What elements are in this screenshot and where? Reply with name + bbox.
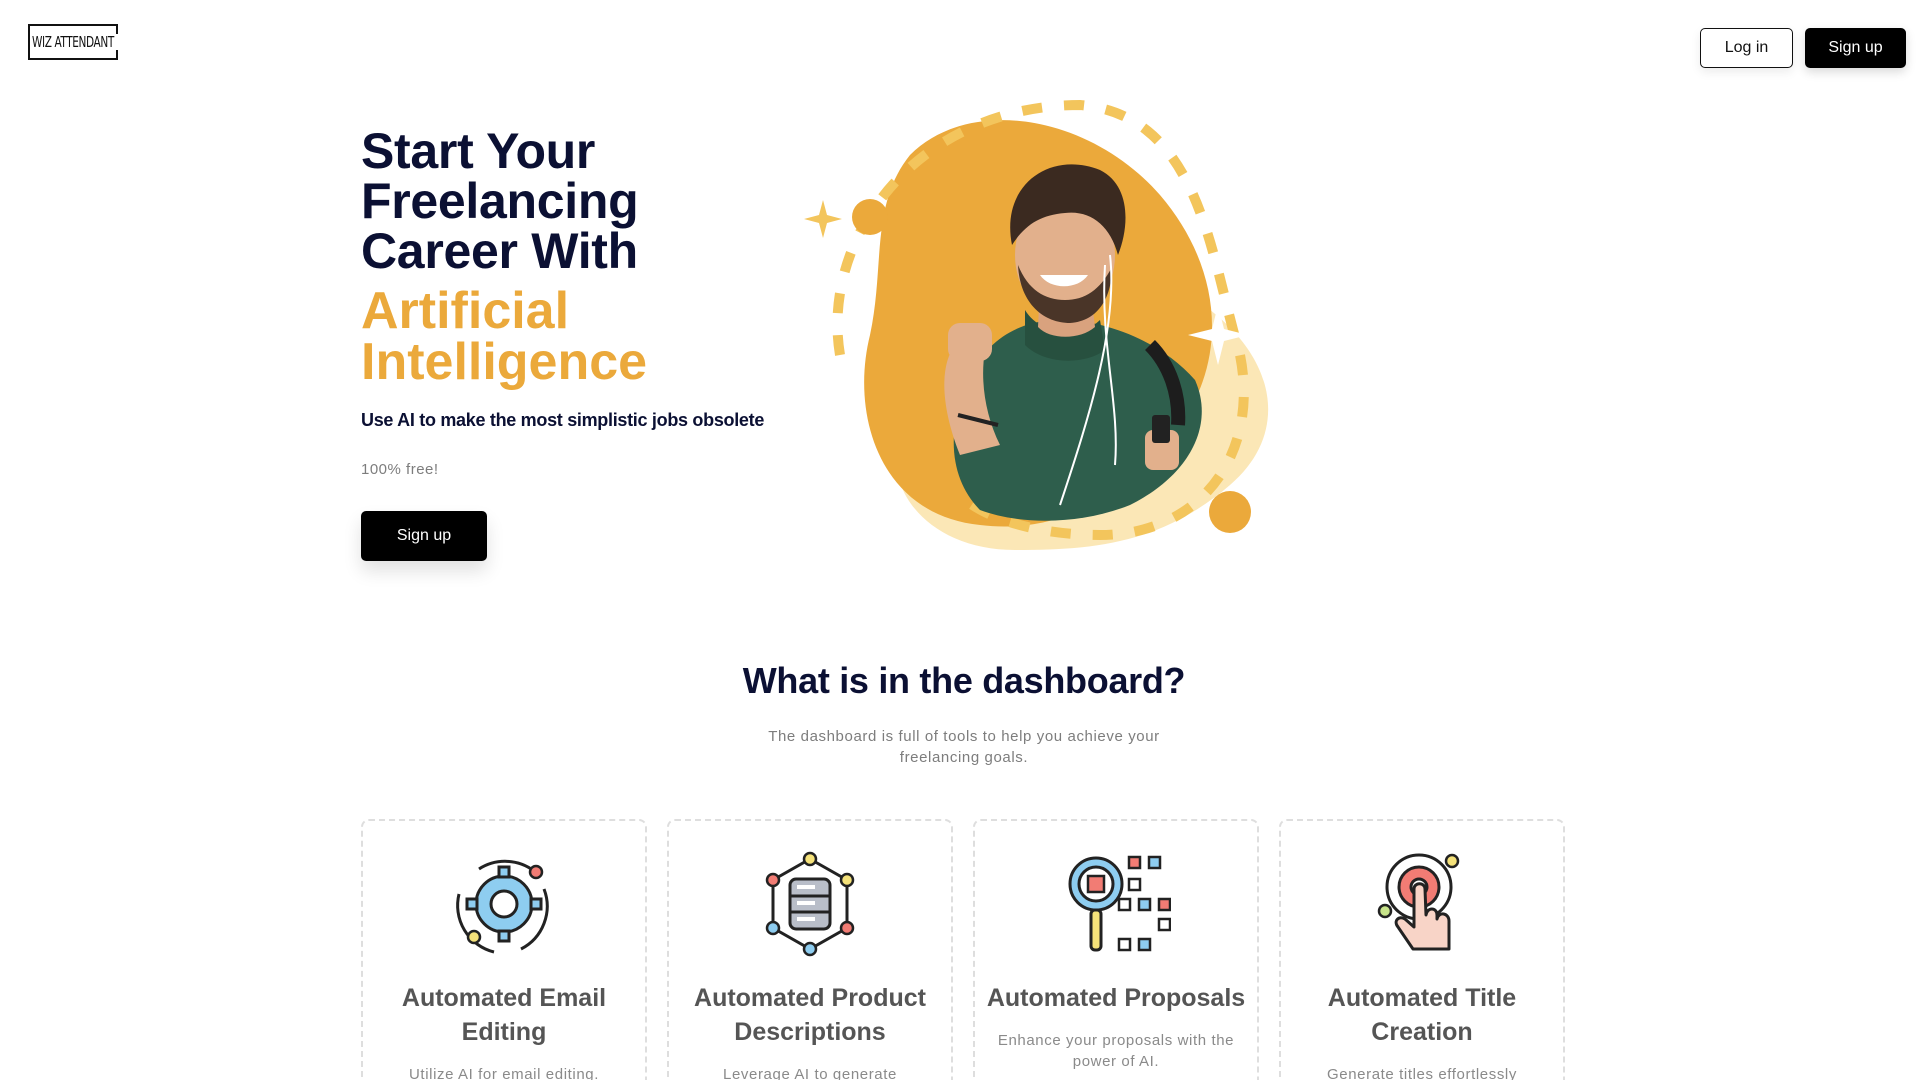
free-note: 100% free! xyxy=(361,461,439,478)
section-title: What is in the dashboard? xyxy=(742,660,1186,701)
hero-accent-line: Artificial xyxy=(361,282,570,340)
hero-title-accent: Artificial Intelligence xyxy=(361,282,648,391)
hero-accent-line: Intelligence xyxy=(361,333,648,391)
hero-title-line: Freelancing xyxy=(361,173,639,229)
signup-button-header[interactable]: Sign up xyxy=(1805,28,1906,68)
feature-card-description: Generate titles effortlessly xyxy=(1327,1066,1517,1080)
logo[interactable]: WIZ ATTENDANT xyxy=(28,24,118,60)
hero-title: Start Your Freelancing Career With xyxy=(361,123,639,279)
login-button[interactable]: Log in xyxy=(1700,28,1793,68)
feature-card-product[interactable]: Automated Product Descriptions Leverage … xyxy=(667,819,953,1080)
hero-title-line: Career With xyxy=(361,223,638,279)
feature-card-title: Automated Title Creation xyxy=(1327,984,1517,1046)
hero-illustration-graphic xyxy=(804,99,1269,550)
magnifier-qr-icon-graphic xyxy=(1068,855,1171,952)
gear-cycle-icon-graphic xyxy=(456,859,549,954)
database-network-icon-graphic xyxy=(765,851,855,957)
hero-illustration xyxy=(800,95,1300,565)
hero-subtitle: Use AI to make the most simplistic jobs … xyxy=(361,410,765,430)
feature-card-title: Automated Product Descriptions xyxy=(694,984,926,1046)
feature-card-description: Leverage AI to generate xyxy=(723,1066,897,1080)
feature-card-title: Automated Email Editing xyxy=(401,984,607,1046)
section-description: The dashboard is full of tools to help y… xyxy=(768,728,1160,766)
logo-text: WIZ ATTENDANT xyxy=(32,33,114,51)
feature-card-description: Enhance your proposals with the power of… xyxy=(997,1032,1235,1070)
feature-card-email[interactable]: Automated Email Editing Utilize AI for e… xyxy=(361,819,647,1080)
feature-card-proposals[interactable]: Automated Proposals Enhance your proposa… xyxy=(973,819,1259,1080)
database-network-icon xyxy=(669,849,951,959)
touch-target-icon xyxy=(1281,849,1563,959)
feature-card-description: Utilize AI for email editing. xyxy=(409,1066,599,1080)
feature-card-title: Automated Proposals xyxy=(986,984,1246,1012)
magnifier-qr-icon xyxy=(975,849,1257,959)
signup-button-hero[interactable]: Sign up xyxy=(361,511,487,561)
feature-card-title-creation[interactable]: Automated Title Creation Generate titles… xyxy=(1279,819,1565,1080)
site-header: WIZ ATTENDANT Log in Sign up xyxy=(0,0,1920,95)
hero-title-line: Start Your xyxy=(361,123,596,179)
gear-cycle-icon xyxy=(363,849,645,959)
touch-target-icon-graphic xyxy=(1377,853,1460,951)
